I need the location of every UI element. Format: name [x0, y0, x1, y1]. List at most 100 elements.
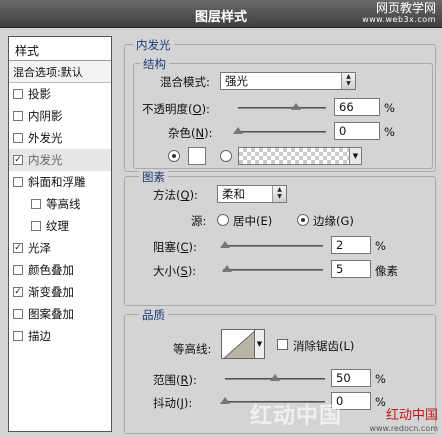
- style-item[interactable]: 等高线: [9, 193, 111, 215]
- noise-label: 杂色(N):: [168, 126, 213, 140]
- contour-preview[interactable]: [221, 329, 255, 359]
- opacity-input[interactable]: 66: [334, 98, 380, 116]
- elements-group: 图素 方法(Q): 柔和 ▲ ▼ 源: 居中(E) 边缘(G) 阻塞(C): 2 …: [124, 169, 436, 306]
- choke-label: 阻塞(C):: [153, 240, 197, 254]
- style-item-label: 渐变叠加: [28, 285, 74, 299]
- style-item[interactable]: 斜面和浮雕: [9, 171, 111, 193]
- updown-arrows-icon: ▲ ▼: [272, 186, 286, 202]
- watermark-top-line1: 网页教学网: [375, 1, 436, 15]
- style-item[interactable]: 描边: [9, 325, 111, 347]
- source-center-label[interactable]: 居中(E): [233, 213, 272, 229]
- jitter-label: 抖动(J):: [153, 396, 193, 410]
- structure-title: 结构: [140, 56, 169, 72]
- styles-list-panel: 样式 混合选项:默认 投影内阴影外发光 ✓ 内发光斜面和浮雕等高线纹理 ✓ 光泽颜色叠加…: [8, 36, 112, 432]
- size-input[interactable]: 5: [331, 260, 371, 278]
- style-item[interactable]: 颜色叠加: [9, 259, 111, 281]
- blend-mode-value: 强光: [225, 74, 248, 88]
- checkbox-icon[interactable]: [31, 199, 41, 209]
- elements-title: 图素: [139, 169, 168, 185]
- range-percent: %: [375, 372, 386, 386]
- choke-input[interactable]: 2: [331, 236, 371, 254]
- source-edge-radio[interactable]: [297, 214, 309, 226]
- blend-mode-select[interactable]: 强光 ▲ ▼: [220, 72, 356, 90]
- source-edge-label[interactable]: 边缘(G): [313, 213, 354, 229]
- watermark-bottom-line1: 红动中国: [385, 408, 438, 423]
- checkbox-icon[interactable]: [13, 111, 23, 121]
- opacity-slider-thumb[interactable]: [291, 103, 302, 110]
- contour-curve-icon: [223, 331, 254, 358]
- title-bar: 图层样式 网页教学网 www.web3x.com: [0, 0, 442, 28]
- inner-glow-group: 内发光 结构 混合模式: 强光 ▲ ▼ 不透明度(O): 66 % 杂色(N): …: [124, 37, 436, 172]
- style-item-label: 描边: [28, 329, 51, 343]
- choke-slider-thumb[interactable]: [220, 241, 230, 248]
- checkbox-icon[interactable]: [13, 309, 23, 319]
- contour-label: 等高线:: [173, 342, 212, 356]
- gradient-fill-radio[interactable]: [220, 150, 232, 162]
- checkbox-icon[interactable]: [13, 89, 23, 99]
- checkbox-icon[interactable]: [31, 221, 41, 231]
- range-slider[interactable]: [225, 374, 325, 381]
- style-item[interactable]: ✓ 内发光: [9, 149, 111, 171]
- checkbox-checked-icon[interactable]: ✓: [13, 155, 23, 165]
- style-item-label: 内发光: [28, 153, 63, 167]
- style-item-label: 图案叠加: [28, 307, 74, 321]
- watermark-ghost: 红动中国: [250, 398, 342, 430]
- watermark-ghost-text: 红动中国: [250, 404, 343, 429]
- range-input[interactable]: 50: [331, 369, 371, 387]
- contour-dropdown-button[interactable]: ▼: [255, 329, 265, 359]
- watermark-bottom: 红动中国 www.redocn.com: [369, 409, 438, 435]
- source-center-radio[interactable]: [217, 214, 229, 226]
- anti-alias-checkbox[interactable]: [277, 339, 288, 350]
- noise-slider-thumb[interactable]: [233, 127, 243, 134]
- style-item[interactable]: 纹理: [9, 215, 111, 237]
- choke-slider[interactable]: [220, 241, 323, 248]
- glow-gradient-picker[interactable]: ▼: [238, 147, 362, 165]
- checkbox-icon[interactable]: [13, 331, 23, 341]
- style-item-label: 斜面和浮雕: [28, 175, 86, 189]
- anti-alias-label[interactable]: 消除锯齿(L): [293, 338, 354, 354]
- style-item[interactable]: 内阴影: [9, 105, 111, 127]
- method-label: 方法(Q):: [153, 188, 198, 202]
- range-label: 范围(R):: [153, 373, 197, 387]
- blend-options-item[interactable]: 混合选项:默认: [9, 61, 111, 83]
- style-item-label: 纹理: [46, 219, 69, 233]
- checkbox-checked-icon[interactable]: ✓: [13, 243, 23, 253]
- range-slider-thumb[interactable]: [270, 374, 280, 381]
- style-item[interactable]: 外发光: [9, 127, 111, 149]
- watermark-bottom-line2: www.redocn.com: [369, 424, 438, 433]
- noise-percent: %: [384, 125, 395, 139]
- watermark-top-line2: www.web3x.com: [362, 15, 436, 24]
- watermark-top: 网页教学网 www.web3x.com: [362, 2, 436, 26]
- glow-color-swatch[interactable]: [188, 147, 206, 165]
- checkbox-checked-icon[interactable]: ✓: [13, 287, 23, 297]
- opacity-percent: %: [384, 101, 395, 115]
- choke-percent: %: [375, 239, 386, 253]
- quality-title: 品质: [139, 307, 168, 323]
- style-item[interactable]: ✓ 渐变叠加: [9, 281, 111, 303]
- opacity-slider[interactable]: [238, 103, 326, 110]
- checkbox-icon[interactable]: [13, 265, 23, 275]
- size-slider[interactable]: [222, 265, 323, 272]
- noise-input[interactable]: 0: [334, 122, 380, 140]
- checkbox-icon[interactable]: [13, 177, 23, 187]
- color-fill-radio[interactable]: [168, 150, 180, 162]
- jitter-slider-thumb[interactable]: [220, 397, 230, 404]
- style-item[interactable]: ✓ 光泽: [9, 237, 111, 259]
- style-item-label: 光泽: [28, 241, 51, 255]
- styles-header[interactable]: 样式: [9, 37, 111, 61]
- jitter-percent: %: [375, 395, 386, 409]
- inner-glow-title: 内发光: [133, 37, 174, 53]
- updown-arrows-icon: ▲ ▼: [341, 73, 355, 89]
- style-item[interactable]: 投影: [9, 83, 111, 105]
- style-item[interactable]: 图案叠加: [9, 303, 111, 325]
- inner-glow-panel: 内发光 结构 混合模式: 强光 ▲ ▼ 不透明度(O): 66 % 杂色(N): …: [122, 36, 438, 434]
- style-item-label: 外发光: [28, 131, 63, 145]
- size-slider-thumb[interactable]: [222, 265, 232, 272]
- method-value: 柔和: [222, 187, 245, 201]
- checkbox-icon[interactable]: [13, 133, 23, 143]
- method-select[interactable]: 柔和 ▲ ▼: [217, 185, 287, 203]
- noise-slider[interactable]: [233, 127, 326, 134]
- style-item-label: 颜色叠加: [28, 263, 74, 277]
- style-item-label: 投影: [28, 87, 51, 101]
- style-item-label: 等高线: [46, 197, 81, 211]
